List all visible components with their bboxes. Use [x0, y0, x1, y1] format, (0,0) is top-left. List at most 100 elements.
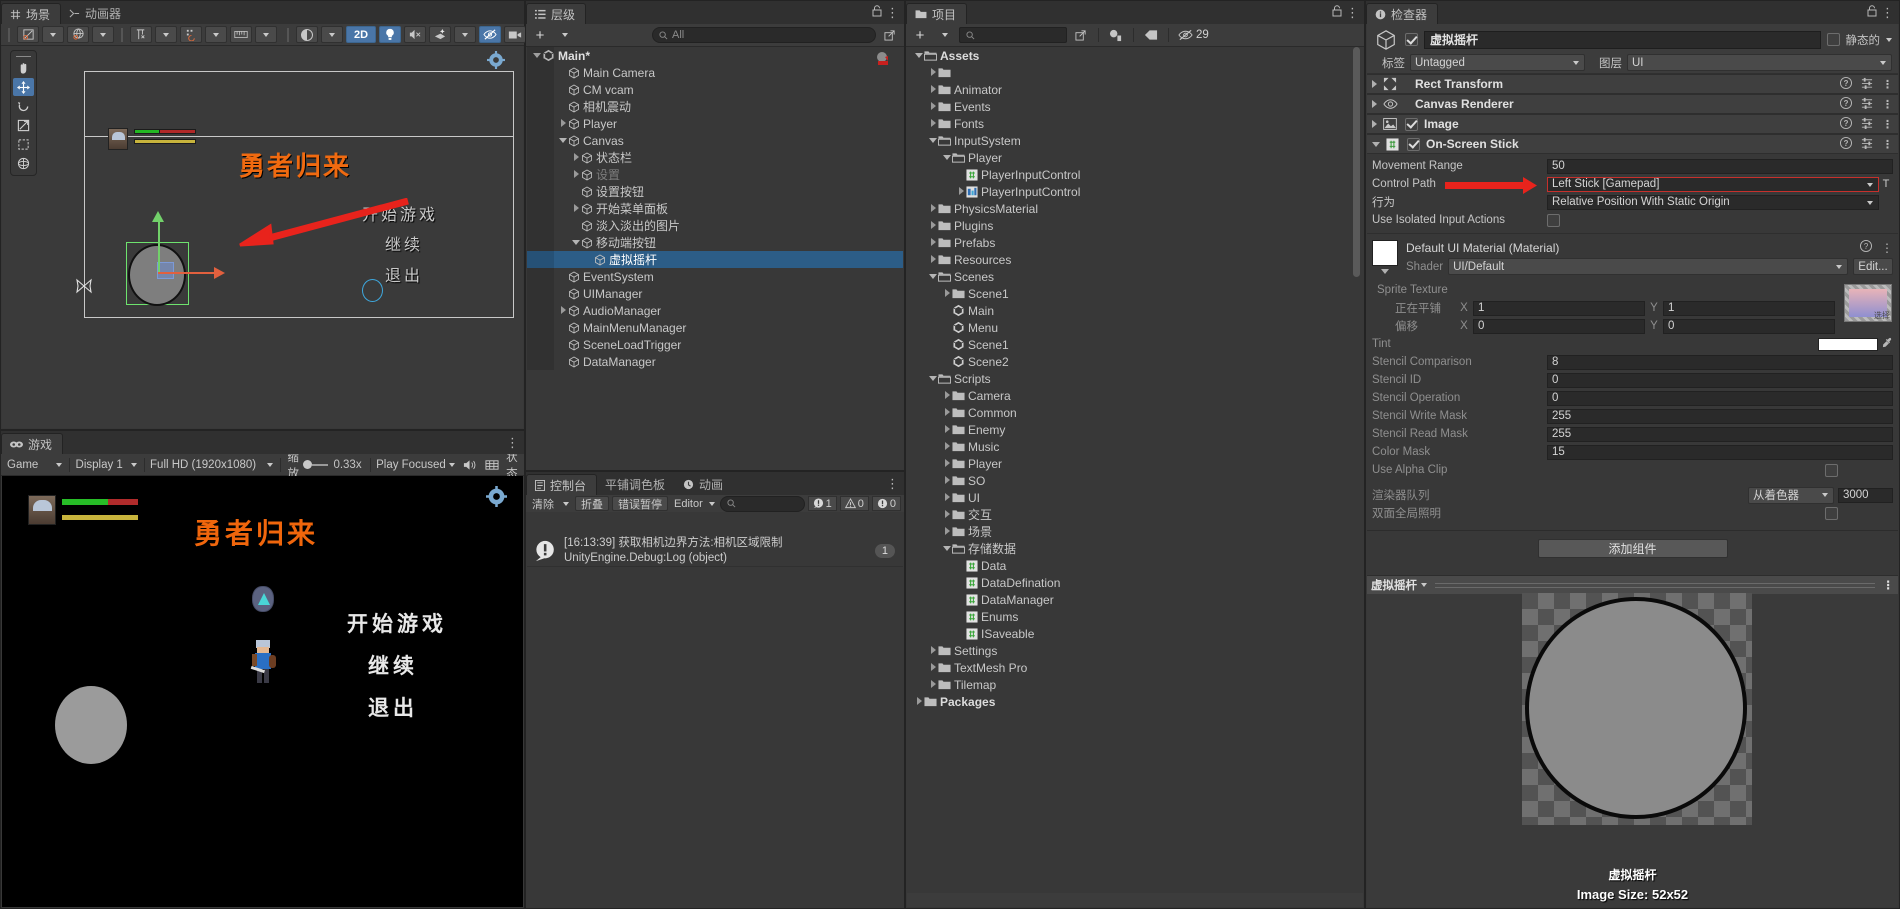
project-item-26[interactable]: UI [907, 489, 1363, 506]
chevron-down-icon[interactable] [557, 136, 568, 146]
inspector-menu-icon[interactable]: ⋮ [1881, 5, 1894, 21]
console-error-pause-button[interactable]: 错误暂停 [612, 496, 668, 511]
hierarchy-add-button[interactable]: + [529, 27, 551, 44]
project-item-5[interactable]: InputSystem [907, 132, 1363, 149]
project-item-3[interactable]: Events [907, 98, 1363, 115]
hierarchy-add-dropdown[interactable] [554, 27, 576, 44]
hand-tool[interactable] [13, 59, 34, 77]
chevron-right-icon[interactable] [927, 254, 938, 265]
hierarchy-item-2[interactable]: CM vcam [527, 81, 903, 98]
row-value[interactable]: 0 [1547, 390, 1893, 406]
rect-tool[interactable] [13, 135, 34, 153]
console-menu-icon[interactable]: ⋮ [886, 476, 899, 492]
gameobject-enabled-checkbox[interactable] [1405, 33, 1418, 46]
project-search-input[interactable] [959, 27, 1067, 43]
chevron-right-icon[interactable] [570, 203, 581, 214]
project-search-expand-icon[interactable] [1070, 27, 1092, 44]
chevron-down-icon[interactable] [913, 51, 924, 61]
hierarchy-item-16[interactable]: MainMenuManager [527, 319, 903, 336]
rotate-tool[interactable] [13, 97, 34, 115]
chevron-right-icon[interactable] [941, 424, 952, 435]
hierarchy-item-8[interactable]: 设置按钮 [527, 183, 903, 200]
project-item-9[interactable]: PhysicsMaterial [907, 200, 1363, 217]
chevron-right-icon[interactable] [927, 101, 938, 112]
project-lock-icon[interactable] [1332, 5, 1342, 20]
project-item-18[interactable]: Scene2 [907, 353, 1363, 370]
chevron-right-icon[interactable] [927, 237, 938, 248]
tab-animation[interactable]: 动画 [675, 474, 733, 495]
project-item-6[interactable]: Player [907, 149, 1363, 166]
game-mode-dropdown[interactable]: Game [4, 456, 66, 473]
behaviour-dropdown[interactable]: Relative Position With Static Origin [1547, 194, 1879, 210]
mute-icon-button[interactable] [404, 26, 426, 43]
chevron-down-icon[interactable] [570, 238, 581, 248]
chevron-right-icon[interactable] [941, 458, 952, 469]
chevron-down-icon[interactable] [927, 272, 938, 282]
tint-color-swatch[interactable] [1818, 337, 1878, 351]
inspector-lock-icon[interactable] [1867, 5, 1877, 20]
chevron-right-icon[interactable] [913, 696, 924, 707]
fx-icon-button[interactable] [429, 26, 451, 43]
stats-icon-button[interactable] [481, 456, 503, 473]
project-filter-type-icon[interactable] [1105, 27, 1127, 44]
chevron-right-icon[interactable] [941, 509, 952, 520]
hierarchy-search-input[interactable]: All [652, 27, 876, 43]
isolated-checkbox[interactable] [1547, 213, 1560, 227]
chevron-right-icon[interactable] [941, 407, 952, 418]
hierarchy-item-13[interactable]: EventSystem [527, 268, 903, 285]
project-add-dropdown[interactable] [934, 27, 956, 44]
project-item-15[interactable]: Main [907, 302, 1363, 319]
help-icon[interactable]: ? [1840, 96, 1852, 112]
project-item-38[interactable]: Packages [907, 693, 1363, 710]
hierarchy-item-12[interactable]: 虚拟摇杆 [527, 251, 903, 268]
game-virtual-joystick[interactable] [55, 686, 127, 764]
move-tool[interactable] [13, 78, 34, 96]
use-alpha-clip-checkbox[interactable] [1825, 463, 1838, 477]
preset-icon[interactable] [1861, 137, 1873, 152]
row-value[interactable]: 255 [1547, 426, 1893, 442]
shading-mode-icon-button[interactable] [296, 26, 318, 43]
console-error-count[interactable]: 1 [807, 496, 837, 511]
grid-snap-dropdown[interactable] [155, 26, 177, 43]
shader-dropdown[interactable]: UI/Default [1448, 258, 1848, 275]
chevron-right-icon[interactable] [927, 67, 938, 78]
game-settings-gear-icon[interactable] [486, 486, 507, 507]
component-image[interactable]: Image ? ⋮ [1367, 114, 1898, 134]
console-clear-dropdown[interactable] [560, 496, 572, 511]
component-menu-icon[interactable]: ⋮ [1882, 98, 1893, 111]
console-editor-dropdown[interactable]: Editor [671, 496, 717, 511]
gameobject-name-input[interactable]: 虚拟摇杆 [1424, 30, 1821, 49]
tool-palette-grip[interactable] [16, 56, 31, 57]
movement-range-input[interactable]: 50 [1547, 158, 1893, 174]
game-menu-continue[interactable]: 继续 [368, 650, 418, 680]
project-item-4[interactable]: Fonts [907, 115, 1363, 132]
play-mode-dropdown[interactable]: Play Focused [373, 456, 459, 473]
component-canvas-renderer[interactable]: Canvas Renderer ? ⋮ [1367, 94, 1898, 114]
project-item-22[interactable]: Enemy [907, 421, 1363, 438]
chevron-right-icon[interactable] [927, 662, 938, 673]
component-menu-icon[interactable]: ⋮ [1882, 78, 1893, 91]
preset-icon[interactable] [1861, 77, 1873, 92]
static-dropdown-caret[interactable] [1886, 37, 1892, 42]
image-enabled-checkbox[interactable] [1405, 117, 1418, 131]
chevron-right-icon[interactable] [927, 679, 938, 690]
tab-hierarchy[interactable]: 层级 [526, 3, 587, 24]
row-value[interactable]: 0 [1547, 372, 1893, 388]
offset-x-input[interactable]: 0 [1473, 318, 1645, 334]
component-on-screen-stick[interactable]: On-Screen Stick ? ⋮ [1367, 134, 1898, 154]
chevron-right-icon[interactable] [941, 441, 952, 452]
project-item-13[interactable]: Scenes [907, 268, 1363, 285]
project-tree[interactable]: Assets Animator Events Fonts InputSystem Play… [907, 47, 1363, 893]
console-info-count[interactable]: 0 [871, 496, 901, 511]
project-item-1[interactable] [907, 64, 1363, 81]
pivot-dropdown[interactable] [42, 26, 64, 43]
sprite-texture-thumbnail[interactable]: 选择 [1844, 284, 1892, 322]
hierarchy-item-11[interactable]: 移动端按钮 [527, 234, 903, 251]
tab-inspector[interactable]: 检查器 [1366, 3, 1439, 24]
tab-scene[interactable]: 场景 [1, 3, 62, 24]
project-add-button[interactable]: + [909, 27, 931, 44]
tab-game[interactable]: 游戏 [1, 433, 64, 454]
project-item-29[interactable]: 存储数据 [907, 540, 1363, 557]
globe-icon-button[interactable] [67, 26, 89, 43]
row-value[interactable]: 255 [1547, 408, 1893, 424]
